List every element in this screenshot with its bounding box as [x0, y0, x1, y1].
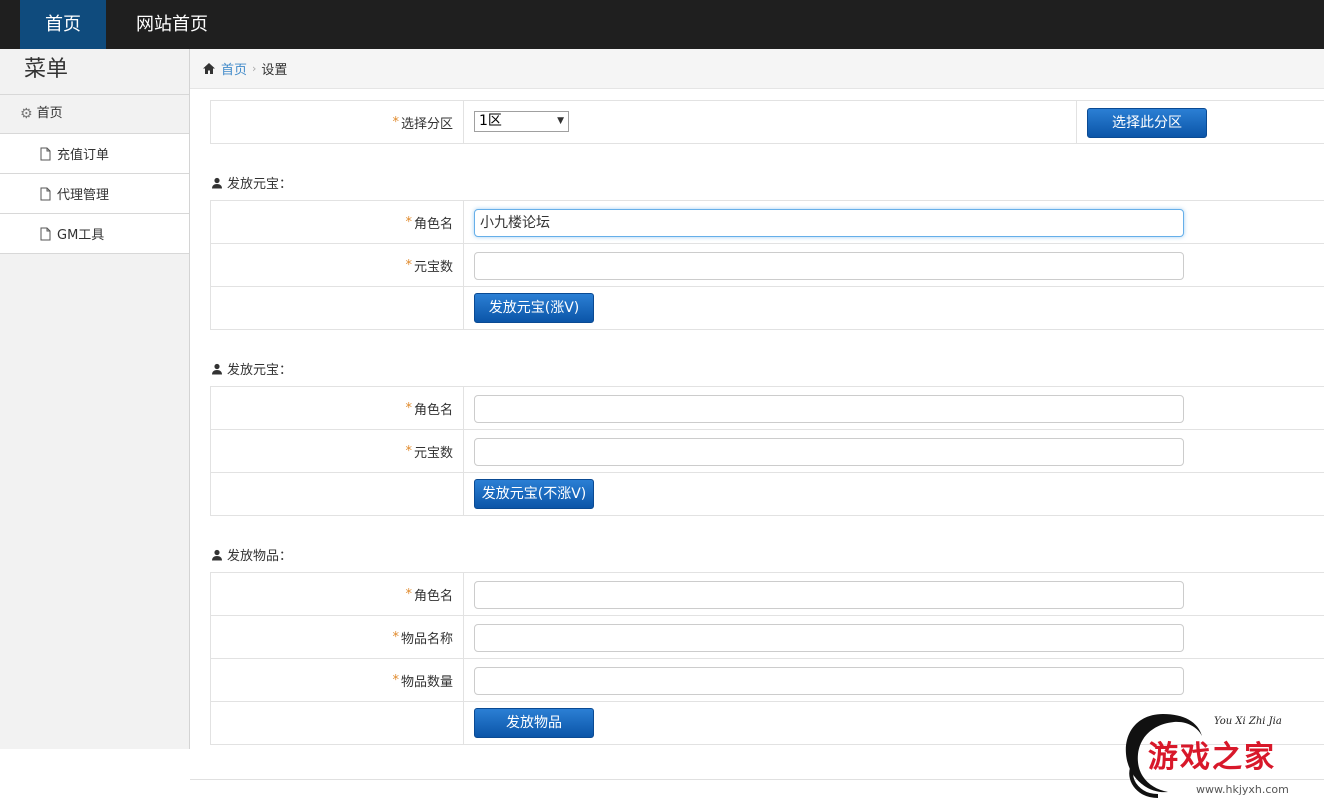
chevron-right-icon: ›	[252, 62, 257, 75]
field-label: 物品名称	[400, 631, 453, 647]
field-label-cell	[211, 473, 464, 515]
site-watermark-logo: You Xi Zhi Jia 游戏之家 www.hkjyxh.com	[1118, 708, 1318, 800]
nav-site-home-link[interactable]: 网站首页	[118, 0, 226, 49]
item-name-input[interactable]	[474, 624, 1184, 652]
section-title: 发放元宝：	[227, 363, 293, 378]
field-label-cell: * 角色名	[211, 387, 464, 429]
gold-amount-input[interactable]	[474, 252, 1184, 280]
field-label-cell: * 物品名称	[211, 616, 464, 658]
field-label-cell: * 角色名	[211, 201, 464, 243]
sidebar-item-label: 代理管理	[57, 188, 110, 203]
sidebar: 菜单 ⚙ 首页 充值订单 代理管理 GM工具	[0, 49, 190, 749]
gold-no-vip-form: * 角色名 * 元宝数 发放元宝(不涨V)	[210, 386, 1324, 516]
section-title-gold-no-vip: 发放元宝：	[211, 359, 292, 378]
field-label-cell: * 角色名	[211, 573, 464, 615]
send-gold-vip-button[interactable]: 发放元宝(涨V)	[474, 293, 594, 323]
top-navbar: 首页 网站首页	[0, 0, 1324, 49]
role-name-input[interactable]	[474, 581, 1184, 609]
form-row: * 角色名	[211, 387, 1324, 430]
sidebar-item-agent-management[interactable]: 代理管理	[0, 174, 189, 214]
field-label-cell: * 元宝数	[211, 244, 464, 286]
field-label: 角色名	[413, 588, 453, 604]
section-title: 发放物品：	[227, 549, 293, 564]
form-row: * 物品名称	[211, 616, 1324, 659]
form-row: * 角色名	[211, 573, 1324, 616]
field-label-cell: * 物品数量	[211, 659, 464, 701]
select-zone-button[interactable]: 选择此分区	[1087, 108, 1207, 138]
required-mark: *	[405, 443, 412, 459]
field-label-cell	[211, 702, 464, 744]
zone-label: 选择分区	[400, 116, 453, 132]
form-row: 发放元宝(涨V)	[211, 287, 1324, 330]
document-icon	[40, 187, 51, 200]
watermark-brand-text: 游戏之家	[1148, 740, 1276, 775]
role-name-input[interactable]: 小九楼论坛	[474, 209, 1184, 237]
required-mark: *	[392, 114, 399, 130]
required-mark: *	[405, 257, 412, 273]
breadcrumb: 首页 › 设置	[190, 49, 1324, 89]
field-label: 元宝数	[413, 445, 453, 461]
sidebar-item-label: GM工具	[57, 228, 105, 243]
watermark-url-text: www.hkjyxh.com	[1196, 783, 1289, 796]
field-label-cell	[211, 287, 464, 329]
required-mark: *	[392, 629, 399, 645]
dropdown-arrow-icon: ▼	[557, 116, 564, 126]
send-gold-no-vip-button[interactable]: 发放元宝(不涨V)	[474, 479, 594, 509]
form-row: * 角色名 小九楼论坛	[211, 201, 1324, 244]
gear-icon: ⚙	[20, 106, 33, 122]
zone-select[interactable]: 1区 ▼	[474, 111, 569, 132]
field-label: 角色名	[413, 402, 453, 418]
field-label: 元宝数	[413, 259, 453, 275]
home-icon	[203, 63, 215, 74]
item-quantity-input[interactable]	[474, 667, 1184, 695]
form-row: * 物品数量	[211, 659, 1324, 702]
section-title-gold-vip: 发放元宝：	[211, 173, 292, 192]
zone-label-cell: * 选择分区	[211, 101, 464, 143]
document-icon	[40, 227, 51, 240]
section-title-items: 发放物品：	[211, 545, 292, 564]
watermark-script-text: You Xi Zhi Jia	[1214, 716, 1282, 727]
zone-divider	[1076, 100, 1077, 143]
gold-amount-input[interactable]	[474, 438, 1184, 466]
form-row: * 元宝数	[211, 430, 1324, 473]
required-mark: *	[405, 214, 412, 230]
gold-vip-form: * 角色名 小九楼论坛 * 元宝数 发放元宝(涨V)	[210, 200, 1324, 330]
field-label-cell: * 元宝数	[211, 430, 464, 472]
nav-home-tab[interactable]: 首页	[20, 0, 106, 49]
sidebar-item-label: 充值订单	[57, 148, 110, 163]
section-title: 发放元宝：	[227, 177, 293, 192]
document-icon	[40, 147, 51, 160]
send-items-button[interactable]: 发放物品	[474, 708, 594, 738]
breadcrumb-home-link[interactable]: 首页	[221, 59, 247, 78]
required-mark: *	[392, 672, 399, 688]
user-icon	[212, 549, 222, 560]
sidebar-item-recharge-orders[interactable]: 充值订单	[0, 134, 189, 174]
menu-title: 菜单	[0, 49, 189, 95]
form-row: * 元宝数	[211, 244, 1324, 287]
required-mark: *	[405, 400, 412, 416]
sidebar-item-label: 首页	[36, 106, 63, 121]
user-icon	[212, 363, 222, 374]
field-label: 物品数量	[400, 674, 453, 690]
form-row: 发放元宝(不涨V)	[211, 473, 1324, 516]
sidebar-item-gm-tools[interactable]: GM工具	[0, 214, 189, 254]
field-label: 角色名	[413, 216, 453, 232]
required-mark: *	[405, 586, 412, 602]
zone-selected-value: 1区	[479, 113, 502, 129]
breadcrumb-current: 设置	[261, 63, 288, 78]
role-name-input[interactable]	[474, 395, 1184, 423]
user-icon	[212, 177, 222, 188]
sidebar-item-home[interactable]: ⚙ 首页	[0, 95, 189, 134]
